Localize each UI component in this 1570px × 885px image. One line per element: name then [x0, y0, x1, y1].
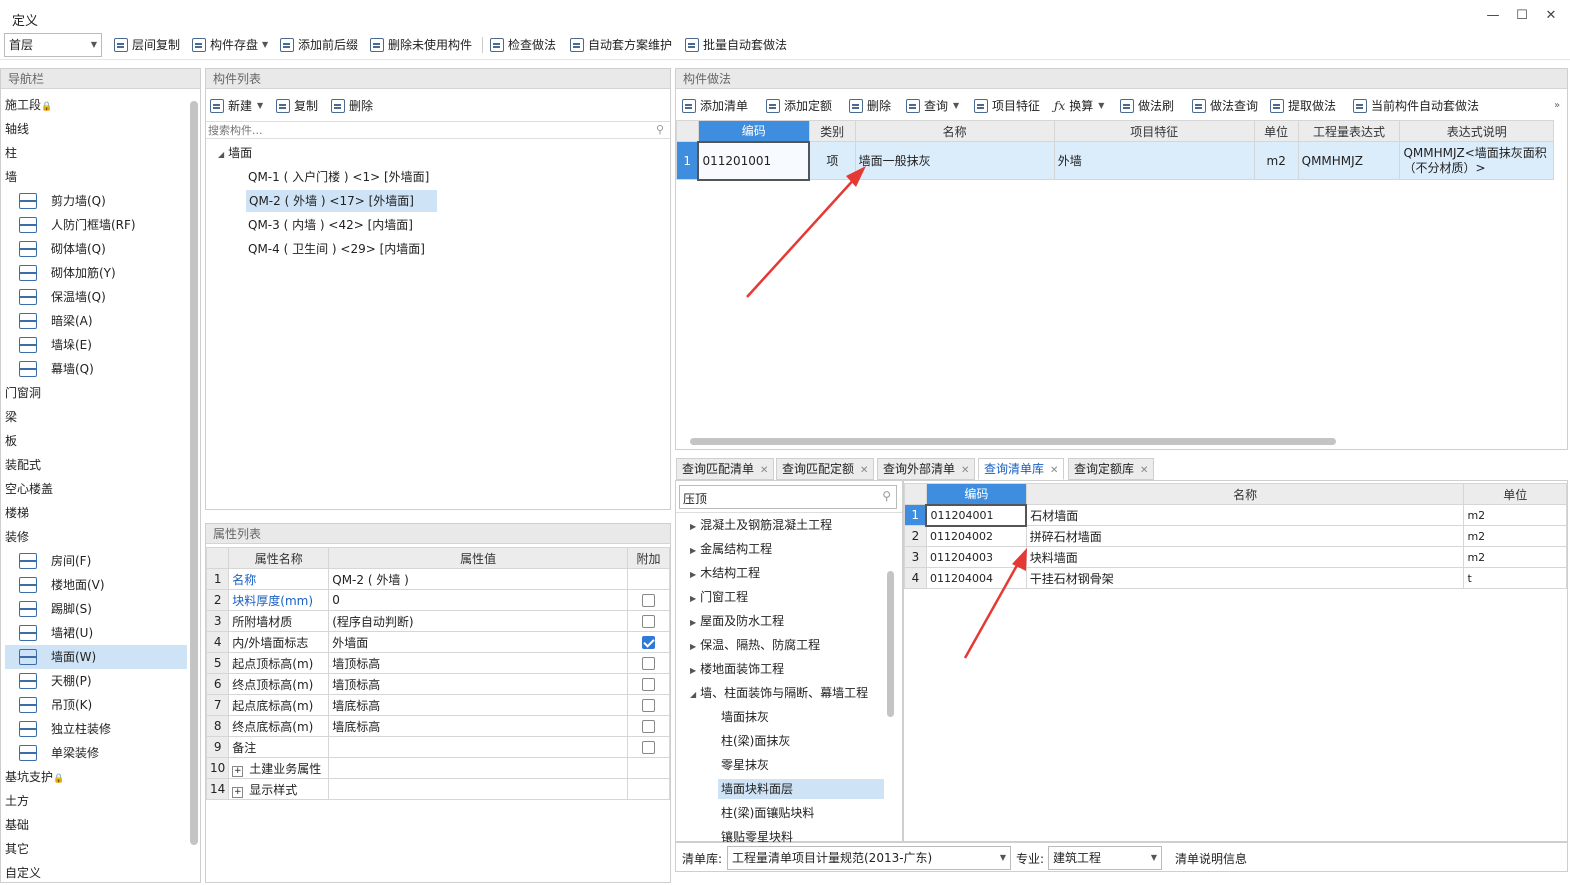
arrow-annotation-2 — [963, 548, 1027, 659]
arrow-annotation-1 — [746, 166, 866, 298]
annotation-arrows — [746, 166, 1027, 659]
